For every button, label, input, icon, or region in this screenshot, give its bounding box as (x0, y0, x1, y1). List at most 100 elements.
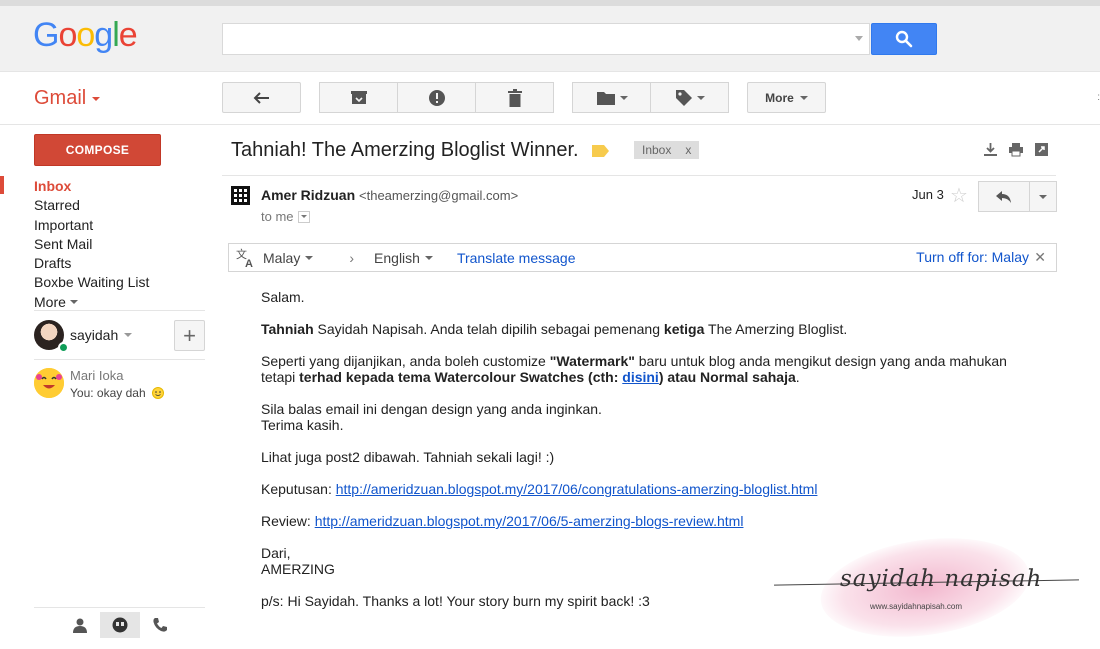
watermark-url: www.sayidahnapisah.com (870, 602, 963, 611)
chevron-down-icon (69, 300, 78, 305)
sidebar-item-starred[interactable]: Starred (34, 196, 204, 215)
message-date: Jun 3 (912, 187, 944, 202)
body-bold: Tahniah (261, 321, 314, 337)
folder-icon (596, 91, 615, 105)
back-arrow-icon (253, 91, 269, 104)
download-icon[interactable] (983, 142, 998, 157)
watermark: sayidah napisah www.sayidahnapisah.com (760, 520, 1090, 649)
hangouts-tab[interactable] (100, 612, 140, 638)
search-input[interactable] (223, 24, 869, 54)
sidebar-item-inbox[interactable]: Inbox (34, 177, 204, 196)
logo-letter: e (118, 16, 138, 54)
hangouts-username: sayidah (70, 327, 119, 343)
example-link[interactable]: disini (622, 369, 659, 385)
body-bold: "Watermark" (549, 353, 635, 369)
chevron-down-icon (305, 255, 314, 260)
body-text: Review: (261, 513, 315, 529)
archive-icon (350, 90, 367, 104)
contact-last-message-row: You: okay dah (70, 386, 164, 400)
body-paragraph: Tahniah Sayidah Napisah. Anda telah dipi… (261, 321, 1041, 337)
label-tag-icon (675, 89, 692, 106)
search-box (222, 23, 870, 55)
sender-name[interactable]: Amer Ridzuan (261, 187, 355, 203)
move-to-button[interactable] (572, 82, 651, 113)
compose-button[interactable]: COMPOSE (34, 134, 161, 166)
hangouts-contact[interactable]: Mari Ioka You: okay dah (34, 368, 164, 400)
sidebar-item-important[interactable]: Important (34, 216, 204, 235)
trash-icon (507, 88, 522, 107)
new-conversation-button[interactable]: + (174, 320, 205, 351)
sidebar-item-boxbe[interactable]: Boxbe Waiting List (34, 273, 204, 292)
sidebar-item-drafts[interactable]: Drafts (34, 254, 204, 273)
body-text: tetapi (261, 369, 300, 385)
body-bold: terhad kepada tema Watercolour Swatches … (299, 369, 623, 385)
chevron-down-icon (424, 255, 433, 260)
chevron-down-icon (1039, 194, 1047, 199)
online-status-icon (58, 342, 69, 353)
google-logo[interactable]: Google (33, 16, 138, 55)
watermark-signature: sayidah napisah (840, 566, 1043, 592)
labels-button[interactable] (651, 82, 729, 113)
phone-tab[interactable] (140, 612, 180, 638)
label-tag-icon (592, 145, 609, 157)
turn-off-translation-link[interactable]: Turn off for: Malay (916, 249, 1029, 265)
delete-button[interactable] (476, 82, 554, 113)
source-language-select[interactable]: Malay (263, 250, 314, 266)
search-button[interactable] (871, 23, 937, 55)
more-actions-button[interactable]: More (747, 82, 826, 113)
reply-icon (996, 190, 1011, 203)
divider (34, 310, 205, 311)
emoji-face-icon (34, 368, 64, 398)
body-bold: ketiga (663, 321, 705, 337)
body-text: Sila balas email ini dengan design yang … (261, 401, 602, 417)
translate-bar: 文A Malay › English Translate message Tur… (228, 243, 1057, 272)
print-icon[interactable] (1008, 142, 1024, 157)
remove-label-button[interactable]: x (685, 143, 691, 157)
contacts-tab[interactable] (60, 612, 100, 638)
show-details-button[interactable] (297, 210, 310, 223)
sender-email: <theamerzing@gmail.com> (359, 188, 519, 203)
results-link[interactable]: http://ameridzuan.blogspot.my/2017/06/co… (336, 481, 818, 497)
open-new-window-icon[interactable] (1034, 142, 1049, 157)
phone-icon (153, 618, 167, 632)
compose-label: COMPOSE (65, 143, 130, 157)
person-icon (73, 618, 87, 633)
hangouts-user-menu[interactable]: sayidah (34, 320, 133, 350)
divider (34, 607, 205, 608)
translate-message-link[interactable]: Translate message (457, 250, 576, 266)
body-text: The Amerzing Bloglist. (704, 321, 848, 337)
body-paragraph: Sila balas email ini dengan design yang … (261, 401, 1041, 433)
body-text: AMERZING (261, 561, 335, 577)
search-options-icon[interactable] (855, 36, 863, 41)
label-chip-text: Inbox (642, 143, 672, 157)
contact-last-message: You: okay dah (70, 386, 146, 400)
recipient: to me (261, 209, 294, 224)
chevron-down-icon (799, 95, 808, 100)
star-icon[interactable]: ☆ (950, 183, 968, 208)
review-link[interactable]: http://ameridzuan.blogspot.my/2017/06/5-… (315, 513, 744, 529)
report-spam-button[interactable] (398, 82, 476, 113)
archive-button[interactable] (319, 82, 398, 113)
body-bold: ) atau Normal sahaja (658, 369, 796, 385)
importance-marker[interactable] (592, 144, 609, 162)
body-text: Dari, (261, 545, 291, 561)
reply-button[interactable] (978, 181, 1030, 212)
more-label: More (765, 90, 794, 105)
back-button[interactable] (222, 82, 301, 113)
logo-letter: G (33, 16, 59, 54)
hangouts-footer (60, 612, 205, 638)
chevron-right-icon: › (349, 249, 355, 266)
sidebar-item-sent-mail[interactable]: Sent Mail (34, 235, 204, 254)
gmail-menu[interactable]: Gmail (34, 87, 101, 110)
close-icon[interactable]: ✕ (1034, 249, 1046, 266)
chevron-down-icon (619, 95, 628, 100)
target-language-select[interactable]: English (374, 250, 433, 266)
translate-icon: 文A (235, 247, 257, 269)
body-text: Keputusan: (261, 481, 336, 497)
sender-line: Amer Ridzuan <theamerzing@gmail.com> (261, 187, 518, 203)
more-reply-options-button[interactable] (1030, 181, 1057, 212)
logo-letter: g (94, 16, 113, 54)
sidebar-nav: Inbox Starred Important Sent Mail Drafts… (34, 177, 204, 312)
label-chip: Inbox x (634, 141, 700, 159)
chevron-down-icon (124, 333, 133, 337)
